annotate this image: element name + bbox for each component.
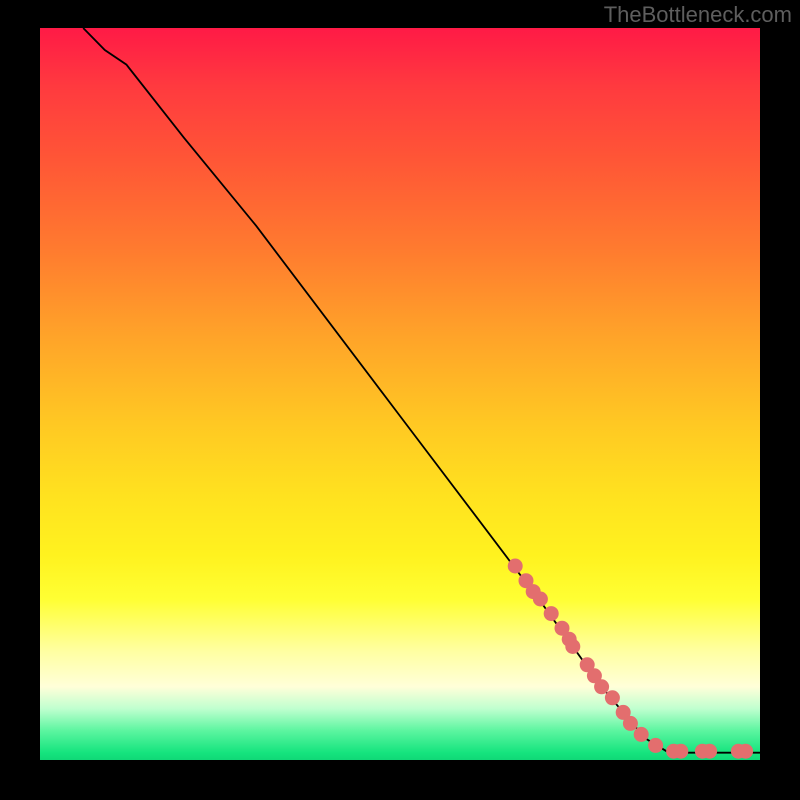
data-marker	[544, 606, 559, 621]
data-marker	[738, 744, 753, 759]
data-marker	[508, 559, 523, 574]
chart-svg	[40, 28, 760, 760]
data-curve	[83, 28, 760, 753]
data-marker	[702, 744, 717, 759]
data-marker	[634, 727, 649, 742]
data-marker	[673, 744, 688, 759]
watermark-text: TheBottleneck.com	[604, 2, 792, 28]
data-marker	[565, 639, 580, 654]
data-marker	[594, 679, 609, 694]
data-marker	[533, 592, 548, 607]
chart-area	[40, 28, 760, 760]
data-marker	[648, 738, 663, 753]
data-marker	[605, 690, 620, 705]
data-marker	[623, 716, 638, 731]
marker-group	[508, 559, 753, 759]
